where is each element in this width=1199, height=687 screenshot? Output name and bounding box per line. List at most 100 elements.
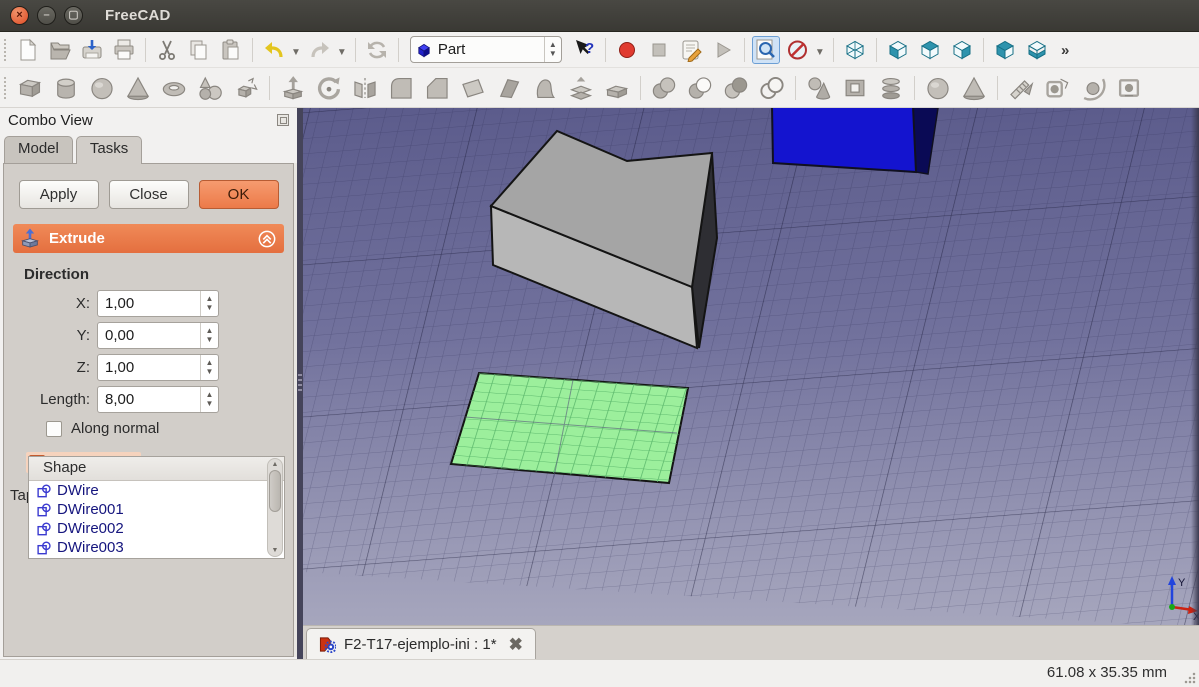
- viewport-3d[interactable]: Y X: [303, 108, 1199, 625]
- tab-tasks[interactable]: Tasks: [76, 136, 142, 164]
- shape-builder-button[interactable]: [230, 72, 262, 104]
- revolve-button[interactable]: [313, 72, 345, 104]
- fit-all-button[interactable]: [752, 36, 780, 64]
- mirror-button[interactable]: [349, 72, 381, 104]
- view-front-button[interactable]: [884, 36, 912, 64]
- resize-grip-icon[interactable]: [1184, 672, 1196, 684]
- save-document-button[interactable]: [78, 36, 106, 64]
- toolbar-overflow-button[interactable]: [1055, 36, 1083, 64]
- sphere-button[interactable]: [86, 72, 118, 104]
- whats-this-button[interactable]: [570, 36, 598, 64]
- redo-button[interactable]: [306, 36, 334, 64]
- boolean-intersection-button[interactable]: [720, 72, 752, 104]
- undo-dropdown-icon[interactable]: ▼: [291, 41, 301, 58]
- refresh-button[interactable]: [363, 36, 391, 64]
- fillet-button[interactable]: [385, 72, 417, 104]
- boolean-intersection-icon: [723, 75, 749, 101]
- undo-icon: [262, 38, 286, 62]
- cone-button[interactable]: [122, 72, 154, 104]
- undo-button[interactable]: [260, 36, 288, 64]
- tab-model[interactable]: Model: [4, 136, 73, 163]
- window-close-button[interactable]: ×: [10, 6, 29, 25]
- toolbar-grip-icon[interactable]: [2, 39, 9, 61]
- boolean-union-button[interactable]: [648, 72, 680, 104]
- check-geometry-button[interactable]: [922, 72, 954, 104]
- defeaturing-icon: [961, 75, 987, 101]
- extrude-task-header[interactable]: Extrude: [13, 224, 284, 253]
- draw-style-button[interactable]: [784, 36, 812, 64]
- view-right-button[interactable]: [948, 36, 976, 64]
- open-document-button[interactable]: [46, 36, 74, 64]
- ruled-surface-button[interactable]: [493, 72, 525, 104]
- cylinder-button[interactable]: [50, 72, 82, 104]
- measure-clear-button[interactable]: [1113, 72, 1145, 104]
- shape-list-item[interactable]: DWire002: [29, 519, 284, 538]
- shape-list-item[interactable]: DWire: [29, 481, 284, 500]
- y-spin-arrows[interactable]: ▲▼: [200, 323, 218, 348]
- cut-button[interactable]: [153, 36, 181, 64]
- along-normal-checkbox[interactable]: ✓: [46, 421, 62, 437]
- paste-button[interactable]: [217, 36, 245, 64]
- macro-stop-button[interactable]: [645, 36, 673, 64]
- ok-button[interactable]: OK: [199, 180, 279, 209]
- draw-style-dropdown-icon[interactable]: ▼: [815, 41, 825, 58]
- length-spin-arrows[interactable]: ▲▼: [200, 387, 218, 412]
- workbench-selector-arrows-icon[interactable]: ▲▼: [544, 37, 561, 62]
- paste-icon: [219, 38, 243, 62]
- torus-button[interactable]: [158, 72, 190, 104]
- cross-sections-button[interactable]: [875, 72, 907, 104]
- redo-dropdown-icon[interactable]: ▼: [337, 41, 347, 58]
- window-minimize-button[interactable]: –: [37, 6, 56, 25]
- macro-edit-button[interactable]: [677, 36, 705, 64]
- toolbar-grip-icon[interactable]: [2, 77, 9, 99]
- view-rear-button[interactable]: [991, 36, 1019, 64]
- document-tab-bar: F2-T17-ejemplo-ini : 1* ✖: [303, 625, 1199, 659]
- loft-button[interactable]: [529, 72, 561, 104]
- measure-angular-button[interactable]: [1041, 72, 1073, 104]
- window-maximize-button[interactable]: ▢: [64, 6, 83, 25]
- shape-list-item[interactable]: DWire001: [29, 500, 284, 519]
- measure-refresh-button[interactable]: [1077, 72, 1109, 104]
- view-bottom-button[interactable]: [1023, 36, 1051, 64]
- box-button[interactable]: [14, 72, 46, 104]
- document-tab[interactable]: F2-T17-ejemplo-ini : 1* ✖: [306, 628, 536, 660]
- shape-list-header[interactable]: Shape: [29, 457, 284, 481]
- extrude-button[interactable]: [277, 72, 309, 104]
- workbench-selector[interactable]: Part▲▼: [410, 36, 562, 63]
- shape-list-scrollbar[interactable]: ▲ ▼: [267, 458, 283, 557]
- scroll-thumb[interactable]: [269, 470, 281, 512]
- close-tab-icon[interactable]: ✖: [509, 636, 523, 653]
- new-document-button[interactable]: [14, 36, 42, 64]
- defeaturing-button[interactable]: [958, 72, 990, 104]
- create-primitives-button[interactable]: [194, 72, 226, 104]
- view-top-button[interactable]: [916, 36, 944, 64]
- x-spin-arrows[interactable]: ▲▼: [200, 291, 218, 316]
- view-axonometric-button[interactable]: [841, 36, 869, 64]
- ruled-surface-icon: [496, 75, 522, 101]
- float-panel-icon[interactable]: [277, 114, 289, 126]
- sphere-icon: [89, 75, 115, 101]
- blue-box[interactable]: [772, 108, 938, 174]
- offset-button[interactable]: [565, 72, 597, 104]
- collapse-section-icon[interactable]: [257, 229, 277, 249]
- macro-record-button[interactable]: [613, 36, 641, 64]
- boolean-cut-button[interactable]: [684, 72, 716, 104]
- compound-button[interactable]: [839, 72, 871, 104]
- copy-button[interactable]: [185, 36, 213, 64]
- measure-linear-button[interactable]: [1005, 72, 1037, 104]
- scroll-up-icon[interactable]: ▲: [272, 461, 279, 468]
- macro-play-button[interactable]: [709, 36, 737, 64]
- thickness-button[interactable]: [601, 72, 633, 104]
- make-face-button[interactable]: [457, 72, 489, 104]
- close-button[interactable]: Close: [109, 180, 189, 209]
- z-spin-arrows[interactable]: ▲▼: [200, 355, 218, 380]
- chamfer-button[interactable]: [421, 72, 453, 104]
- green-meshed-face[interactable]: [451, 373, 688, 483]
- toolbar-separator: [252, 38, 253, 62]
- shape-list-item[interactable]: DWire003: [29, 538, 284, 557]
- boolean-section-button[interactable]: [756, 72, 788, 104]
- apply-button[interactable]: Apply: [19, 180, 99, 209]
- sweep-button[interactable]: [803, 72, 835, 104]
- scroll-down-icon[interactable]: ▼: [272, 547, 279, 554]
- print-button[interactable]: [110, 36, 138, 64]
